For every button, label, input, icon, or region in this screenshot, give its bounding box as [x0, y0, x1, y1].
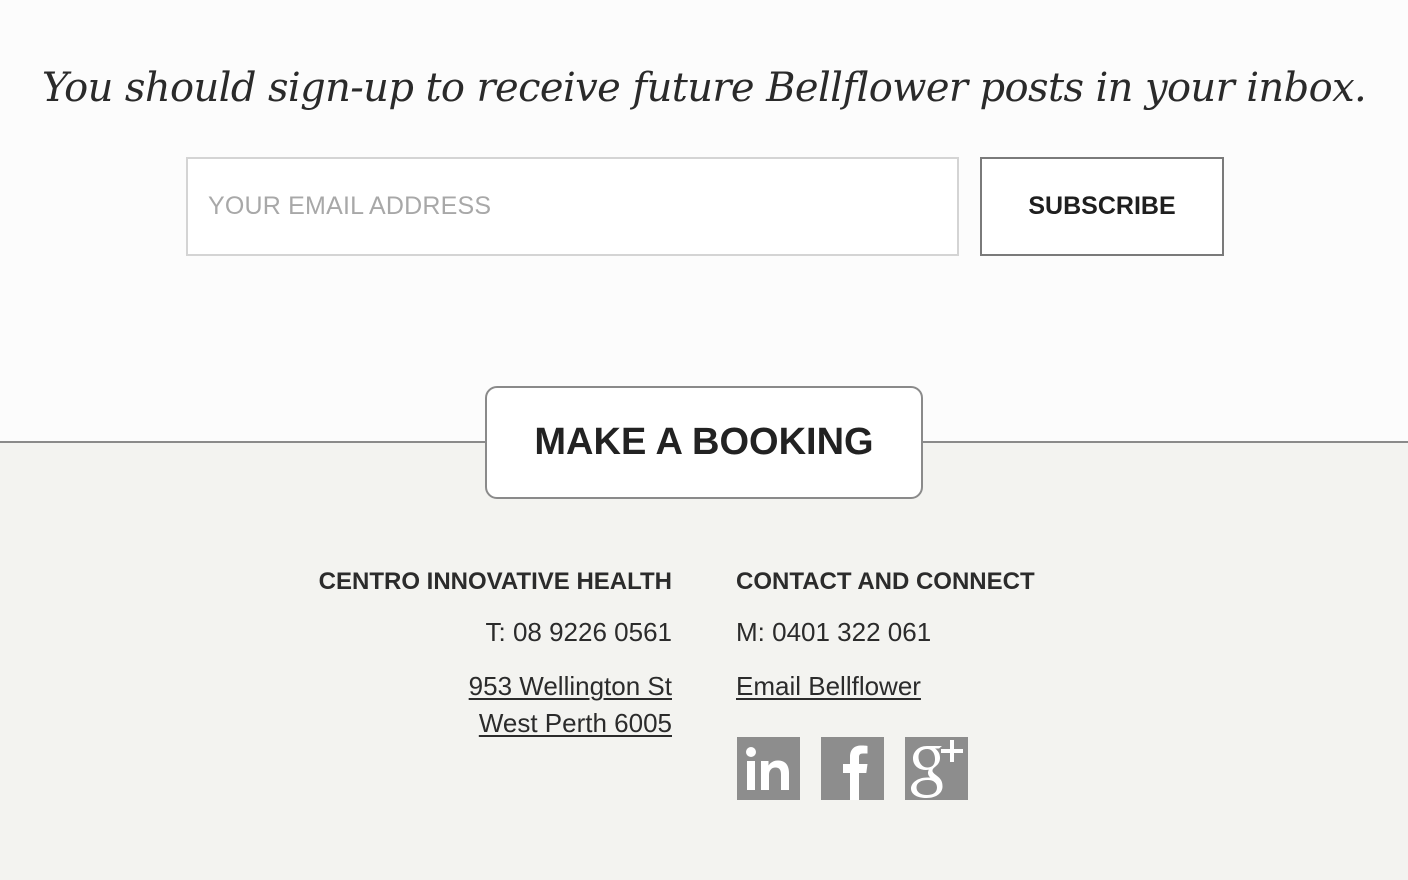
- email-input[interactable]: [186, 157, 959, 256]
- subscribe-button[interactable]: SUBSCRIBE: [980, 157, 1224, 256]
- address-line-1-link[interactable]: 953 Wellington St: [469, 671, 672, 701]
- address-line-2-link[interactable]: West Perth 6005: [479, 708, 672, 738]
- clinic-name-heading: CENTRO INNOVATIVE HEALTH: [318, 568, 672, 595]
- signup-heading: You should sign-up to receive future Bel…: [41, 65, 1367, 111]
- footer: [0, 441, 1408, 880]
- clinic-info-column: CENTRO INNOVATIVE HEALTH T: 08 9226 0561…: [252, 565, 672, 742]
- clinic-phone: T: 08 9226 0561: [485, 617, 673, 647]
- mobile-number: M: 0401 322 061: [736, 617, 932, 647]
- google-plus-icon[interactable]: [905, 737, 968, 800]
- contact-heading: CONTACT AND CONNECT: [736, 568, 1035, 595]
- clinic-address: 953 Wellington St West Perth 6005: [252, 668, 672, 742]
- contact-column: CONTACT AND CONNECT M: 0401 322 061 Emai…: [736, 565, 1156, 705]
- social-links: [737, 737, 968, 800]
- newsletter-signup-section: You should sign-up to receive future Bel…: [0, 0, 1408, 441]
- facebook-icon[interactable]: [821, 737, 884, 800]
- linkedin-icon[interactable]: [737, 737, 800, 800]
- email-bellflower-link[interactable]: Email Bellflower: [736, 668, 921, 705]
- make-a-booking-button[interactable]: MAKE A BOOKING: [485, 386, 923, 499]
